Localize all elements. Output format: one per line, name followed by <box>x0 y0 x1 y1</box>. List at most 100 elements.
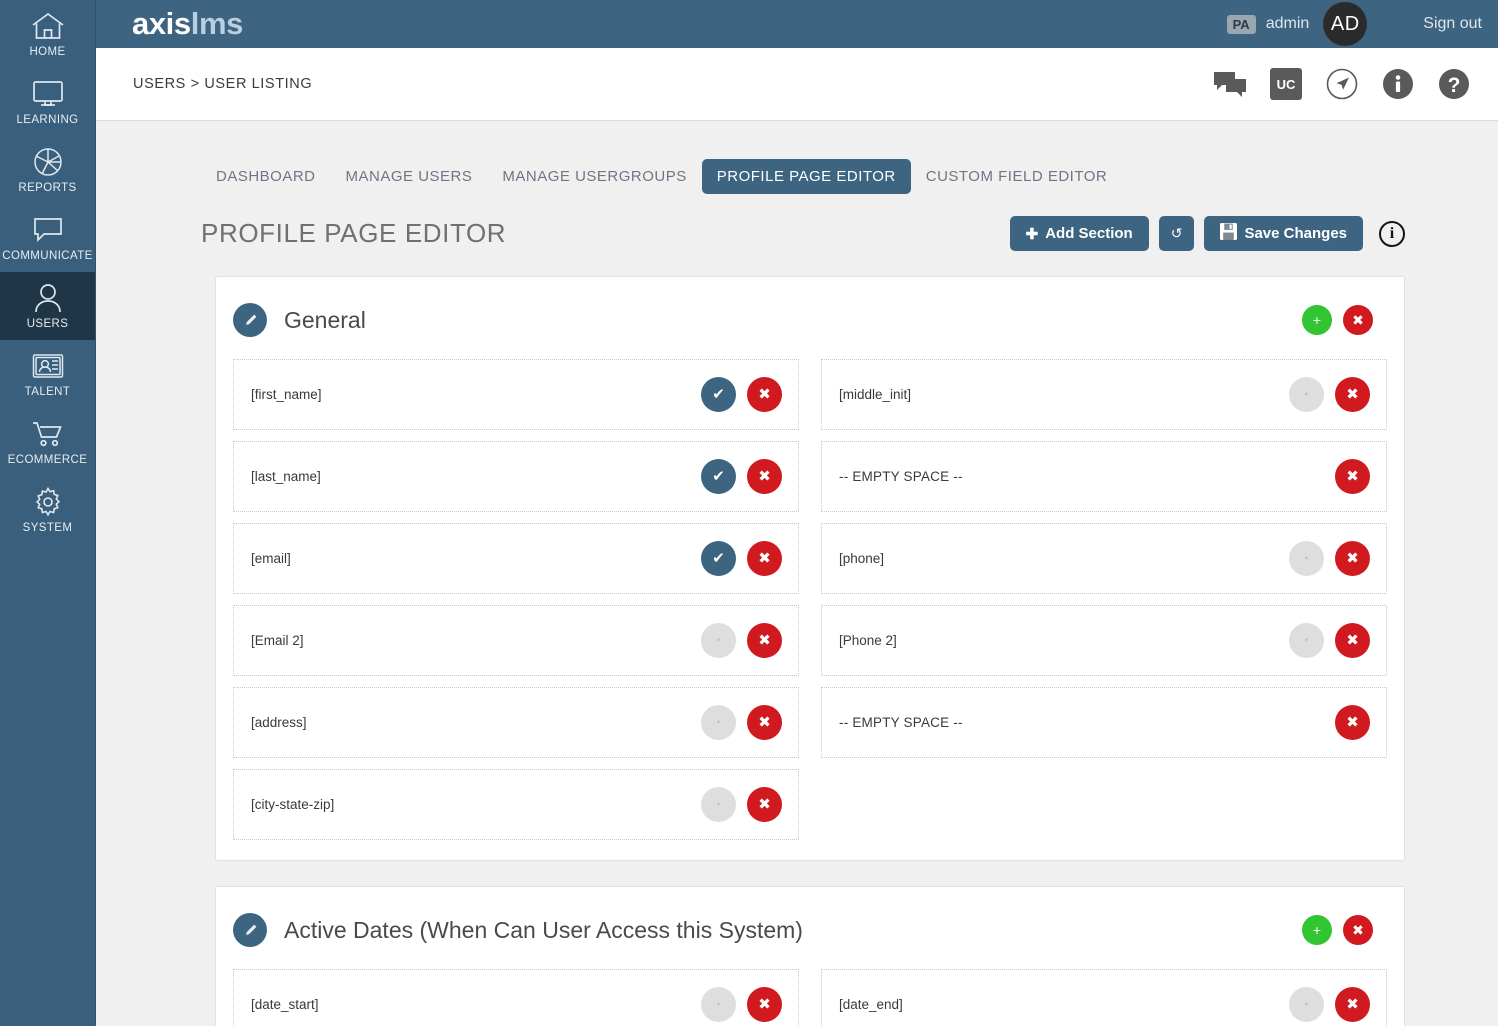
tab-custom-field-editor[interactable]: CUSTOM FIELD EDITOR <box>911 159 1122 194</box>
id-card-icon <box>32 351 64 381</box>
field-required-toggle[interactable]: • <box>1289 377 1324 412</box>
profile-field-row[interactable]: -- EMPTY SPACE -- ✖ <box>821 687 1387 758</box>
remove-section-button[interactable]: ✖ <box>1343 915 1373 945</box>
sidebar-item-system[interactable]: SYSTEM <box>0 476 95 544</box>
sidebar-item-users[interactable]: USERS <box>0 272 95 340</box>
sidebar-item-communicate[interactable]: COMMUNICATE <box>0 204 95 272</box>
uc-label: UC <box>1270 68 1302 100</box>
remove-field-button[interactable]: ✖ <box>747 459 782 494</box>
remove-field-button[interactable]: ✖ <box>747 623 782 658</box>
field-required-toggle[interactable]: • <box>701 623 736 658</box>
field-label: -- EMPTY SPACE -- <box>839 469 963 484</box>
remove-field-button[interactable]: ✖ <box>1335 377 1370 412</box>
profile-field-row[interactable]: [Email 2] • ✖ <box>233 605 799 676</box>
sidebar-item-label: LEARNING <box>16 113 79 126</box>
info-filled-icon[interactable] <box>1382 68 1414 100</box>
profile-field-row[interactable]: [city-state-zip] • ✖ <box>233 769 799 840</box>
navigate-icon[interactable] <box>1326 68 1358 100</box>
add-field-button[interactable]: + <box>1302 915 1332 945</box>
field-actions: ✖ <box>1335 459 1370 494</box>
sidebar-item-reports[interactable]: REPORTS <box>0 136 95 204</box>
remove-field-button[interactable]: ✖ <box>747 787 782 822</box>
field-required-toggle[interactable]: • <box>1289 623 1324 658</box>
field-required-toggle[interactable]: • <box>701 705 736 740</box>
remove-field-button[interactable]: ✖ <box>747 377 782 412</box>
field-actions: • ✖ <box>1289 377 1370 412</box>
profile-field-row[interactable]: [Phone 2] • ✖ <box>821 605 1387 676</box>
remove-field-button[interactable]: ✖ <box>747 987 782 1022</box>
remove-field-button[interactable]: ✖ <box>747 705 782 740</box>
reset-button[interactable]: ↺ <box>1158 216 1195 251</box>
profile-field-row[interactable]: [phone] • ✖ <box>821 523 1387 594</box>
remove-field-button[interactable]: ✖ <box>1335 459 1370 494</box>
save-changes-label: Save Changes <box>1244 225 1347 242</box>
page-title-row: PROFILE PAGE EDITOR ✚ Add Section ↺ Save… <box>96 194 1498 251</box>
profile-field-row[interactable]: [last_name] ✔ ✖ <box>233 441 799 512</box>
pie-chart-icon <box>33 147 63 177</box>
chat-icon[interactable] <box>1214 71 1246 98</box>
page-info-icon[interactable]: i <box>1379 220 1405 247</box>
sign-out-link[interactable]: Sign out <box>1423 15 1482 33</box>
field-label: [address] <box>251 715 307 730</box>
field-required-toggle[interactable]: ✔ <box>701 459 736 494</box>
profile-field-row[interactable]: [first_name] ✔ ✖ <box>233 359 799 430</box>
section-card: General + ✖ [first_name] ✔ ✖ [middle_init] • ✖ [l… <box>215 276 1405 861</box>
add-field-button[interactable]: + <box>1302 305 1332 335</box>
profile-field-row[interactable]: [middle_init] • ✖ <box>821 359 1387 430</box>
profile-field-row[interactable]: [address] • ✖ <box>233 687 799 758</box>
field-actions: • ✖ <box>701 705 782 740</box>
remove-field-button[interactable]: ✖ <box>1335 623 1370 658</box>
tab-dashboard[interactable]: DASHBOARD <box>201 159 331 194</box>
field-actions: • ✖ <box>701 987 782 1022</box>
field-required-toggle[interactable]: ✔ <box>701 541 736 576</box>
sidebar-item-learning[interactable]: LEARNING <box>0 68 95 136</box>
sidebar-item-label: USERS <box>26 317 69 330</box>
profile-field-row[interactable]: [date_start] • ✖ <box>233 969 799 1026</box>
field-label: [date_end] <box>839 997 903 1012</box>
speech-bubble-icon <box>33 215 63 245</box>
uc-icon[interactable]: UC <box>1270 68 1302 100</box>
help-icon[interactable]: ? <box>1438 68 1470 100</box>
remove-field-button[interactable]: ✖ <box>1335 987 1370 1022</box>
profile-field-row[interactable]: [email] ✔ ✖ <box>233 523 799 594</box>
remove-field-button[interactable]: ✖ <box>747 541 782 576</box>
breadcrumb-root[interactable]: USERS <box>133 76 186 92</box>
org-badge[interactable]: PA <box>1226 14 1256 34</box>
edit-pencil-icon[interactable] <box>233 303 267 337</box>
field-actions: • ✖ <box>1289 623 1370 658</box>
grid-spacer <box>821 769 1387 840</box>
save-changes-button[interactable]: Save Changes <box>1204 216 1363 251</box>
remove-field-button[interactable]: ✖ <box>1335 705 1370 740</box>
section-header: Active Dates (When Can User Access this … <box>233 905 1387 957</box>
section-actions: + ✖ <box>1302 915 1387 945</box>
field-grid: [first_name] ✔ ✖ [middle_init] • ✖ [last_name]… <box>233 347 1387 840</box>
profile-field-row[interactable]: -- EMPTY SPACE -- ✖ <box>821 441 1387 512</box>
field-required-toggle[interactable]: • <box>1289 987 1324 1022</box>
avatar[interactable]: AD <box>1323 2 1368 46</box>
sidebar-item-home[interactable]: HOME <box>0 0 95 68</box>
remove-field-button[interactable]: ✖ <box>1335 541 1370 576</box>
save-disk-icon <box>1220 223 1238 244</box>
field-required-toggle[interactable]: • <box>701 787 736 822</box>
sidebar-item-label: COMMUNICATE <box>2 249 93 262</box>
page-title: PROFILE PAGE EDITOR <box>201 218 507 248</box>
field-required-toggle[interactable]: • <box>701 987 736 1022</box>
section-title: Active Dates (When Can User Access this … <box>284 916 803 943</box>
section-card: Active Dates (When Can User Access this … <box>215 886 1405 1026</box>
sidebar-item-label: REPORTS <box>18 181 77 194</box>
tab-profile-page-editor[interactable]: PROFILE PAGE EDITOR <box>701 159 911 194</box>
breadcrumb-current: USER LISTING <box>204 76 313 92</box>
sidebar-item-ecommerce[interactable]: ECOMMERCE <box>0 408 95 476</box>
breadcrumb: USERS > USER LISTING <box>133 76 312 92</box>
tab-manage-users[interactable]: MANAGE USERS <box>331 159 488 194</box>
edit-pencil-icon[interactable] <box>233 913 267 947</box>
remove-section-button[interactable]: ✖ <box>1343 305 1373 335</box>
field-required-toggle[interactable]: ✔ <box>701 377 736 412</box>
sidebar-item-talent[interactable]: TALENT <box>0 340 95 408</box>
refresh-icon: ↺ <box>1170 225 1183 241</box>
tab-manage-usergroups[interactable]: MANAGE USERGROUPS <box>487 159 701 194</box>
profile-field-row[interactable]: [date_end] • ✖ <box>821 969 1387 1026</box>
field-label: [date_start] <box>251 997 319 1012</box>
field-required-toggle[interactable]: • <box>1289 541 1324 576</box>
add-section-button[interactable]: ✚ Add Section <box>1009 216 1149 251</box>
